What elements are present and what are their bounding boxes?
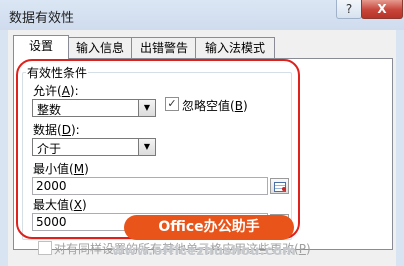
- close-button[interactable]: X: [361, 0, 403, 19]
- apply-all-checkbox[interactable]: [38, 241, 52, 255]
- help-button[interactable]: ?: [336, 0, 362, 19]
- red-highlight-outline: [16, 59, 300, 239]
- tab-settings[interactable]: 设置: [13, 35, 69, 59]
- tab-error-alert[interactable]: 出错警告: [131, 37, 197, 59]
- dialog-title: 数据有效性: [9, 11, 75, 26]
- tab-input-message[interactable]: 输入信息: [67, 37, 133, 59]
- tab-ime-mode[interactable]: 输入法模式: [195, 37, 275, 59]
- watermark-url: www.officezhushou.com: [112, 244, 297, 259]
- watermark-badge: Office办公助手: [124, 215, 294, 240]
